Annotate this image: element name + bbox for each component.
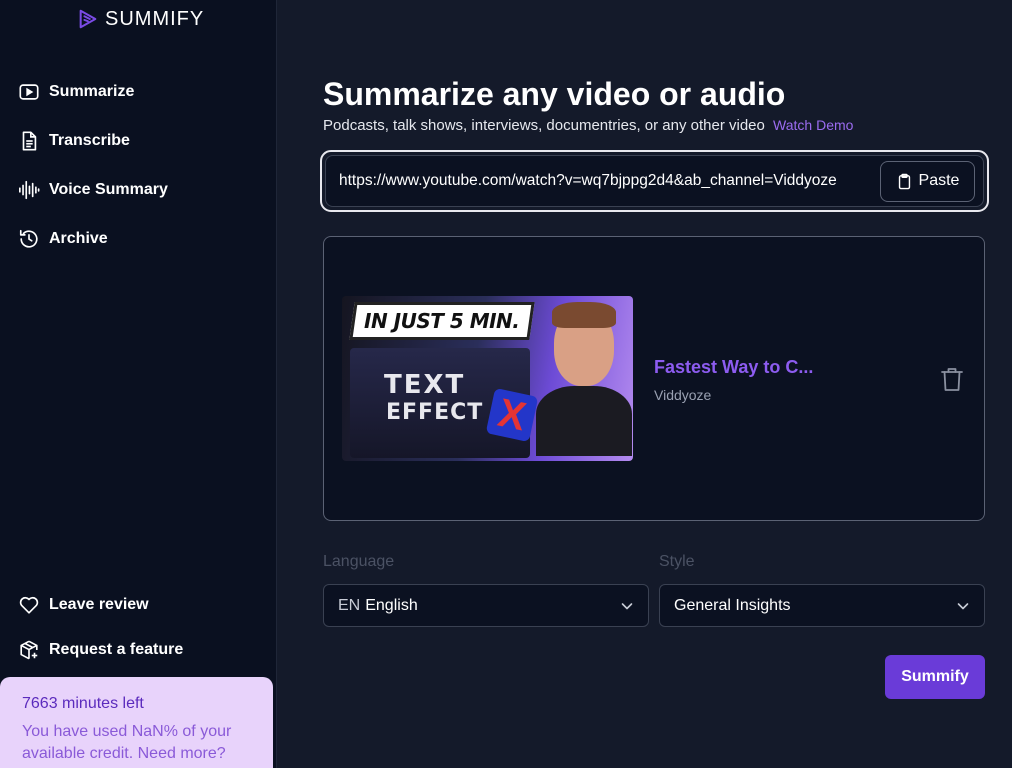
credits-description: You have used NaN% of your available cre… [22,723,232,762]
main-content: Summarize any video or audio Podcasts, t… [278,0,1012,768]
style-label: Style [659,553,695,570]
summify-button[interactable]: Summify [885,655,985,699]
video-channel: Viddyoze [654,387,712,403]
thumbnail-banner: IN JUST 5 MIN. [349,302,535,340]
heart-icon [19,596,39,614]
sidebar-item-voice-summary[interactable]: Voice Summary [18,179,168,201]
sidebar-item-label: Archive [49,230,108,247]
sidebar-item-label: Voice Summary [49,181,168,198]
paste-label: Paste [918,172,960,189]
logo-icon [79,9,97,29]
waveform-icon [19,180,40,200]
url-input-container: Paste [320,150,989,212]
video-thumbnail[interactable]: IN JUST 5 MIN. TEXT EFFECT X [342,296,633,461]
app-name: SUMMIFY [105,7,205,30]
language-label: Language [323,553,395,570]
style-value: General Insights [674,596,791,614]
thumbnail-text-2: EFFECT [386,400,484,425]
thumbnail-person [536,300,632,456]
url-input[interactable] [339,172,880,190]
credits-panel[interactable]: 7663 minutes left You have used NaN% of … [0,677,273,768]
sidebar-item-leave-review[interactable]: Leave review [18,594,149,616]
chevron-down-icon [957,602,969,609]
sidebar-item-label: Transcribe [49,132,130,149]
thumbnail-text-1: TEXT [384,370,466,400]
subtitle-text: Podcasts, talk shows, interviews, docume… [323,117,765,134]
thumbnail-badge: X [485,387,539,443]
clipboard-icon [898,173,910,189]
url-input-box: Paste [325,155,984,207]
language-value: English [365,596,418,614]
language-code: EN [338,596,361,614]
page-title: Summarize any video or audio [323,76,786,112]
app-logo[interactable]: SUMMIFY [77,6,204,32]
sidebar-item-request-feature[interactable]: Request a feature [18,639,183,661]
video-title[interactable]: Fastest Way to C... [654,357,813,378]
document-icon [22,131,37,151]
sidebar-item-label: Leave review [49,596,149,613]
chevron-down-icon [621,602,633,609]
video-preview-card: IN JUST 5 MIN. TEXT EFFECT X Fastest Way… [323,236,985,521]
thumbnail-badge-mark: X [494,390,530,440]
trash-icon[interactable] [940,366,964,392]
sidebar-item-transcribe[interactable]: Transcribe [18,130,130,152]
play-icon [19,84,39,100]
style-select[interactable]: General Insights [659,584,985,627]
package-plus-icon [20,640,38,660]
sidebar: SUMMIFY Summarize Transcribe Voice Summa… [0,0,277,768]
language-select[interactable]: EN English [323,584,649,627]
sidebar-item-label: Request a feature [49,641,184,658]
sidebar-item-archive[interactable]: Archive [18,228,108,250]
thumbnail-banner-text: IN JUST 5 MIN. [364,309,520,333]
sidebar-item-summarize[interactable]: Summarize [18,81,134,103]
page-subtitle: Podcasts, talk shows, interviews, docume… [323,117,853,134]
paste-button[interactable]: Paste [880,160,975,202]
history-icon [19,229,38,248]
credits-remaining: 7663 minutes left [22,695,144,712]
watch-demo-link[interactable]: Watch Demo [773,117,853,133]
sidebar-item-label: Summarize [49,83,135,100]
